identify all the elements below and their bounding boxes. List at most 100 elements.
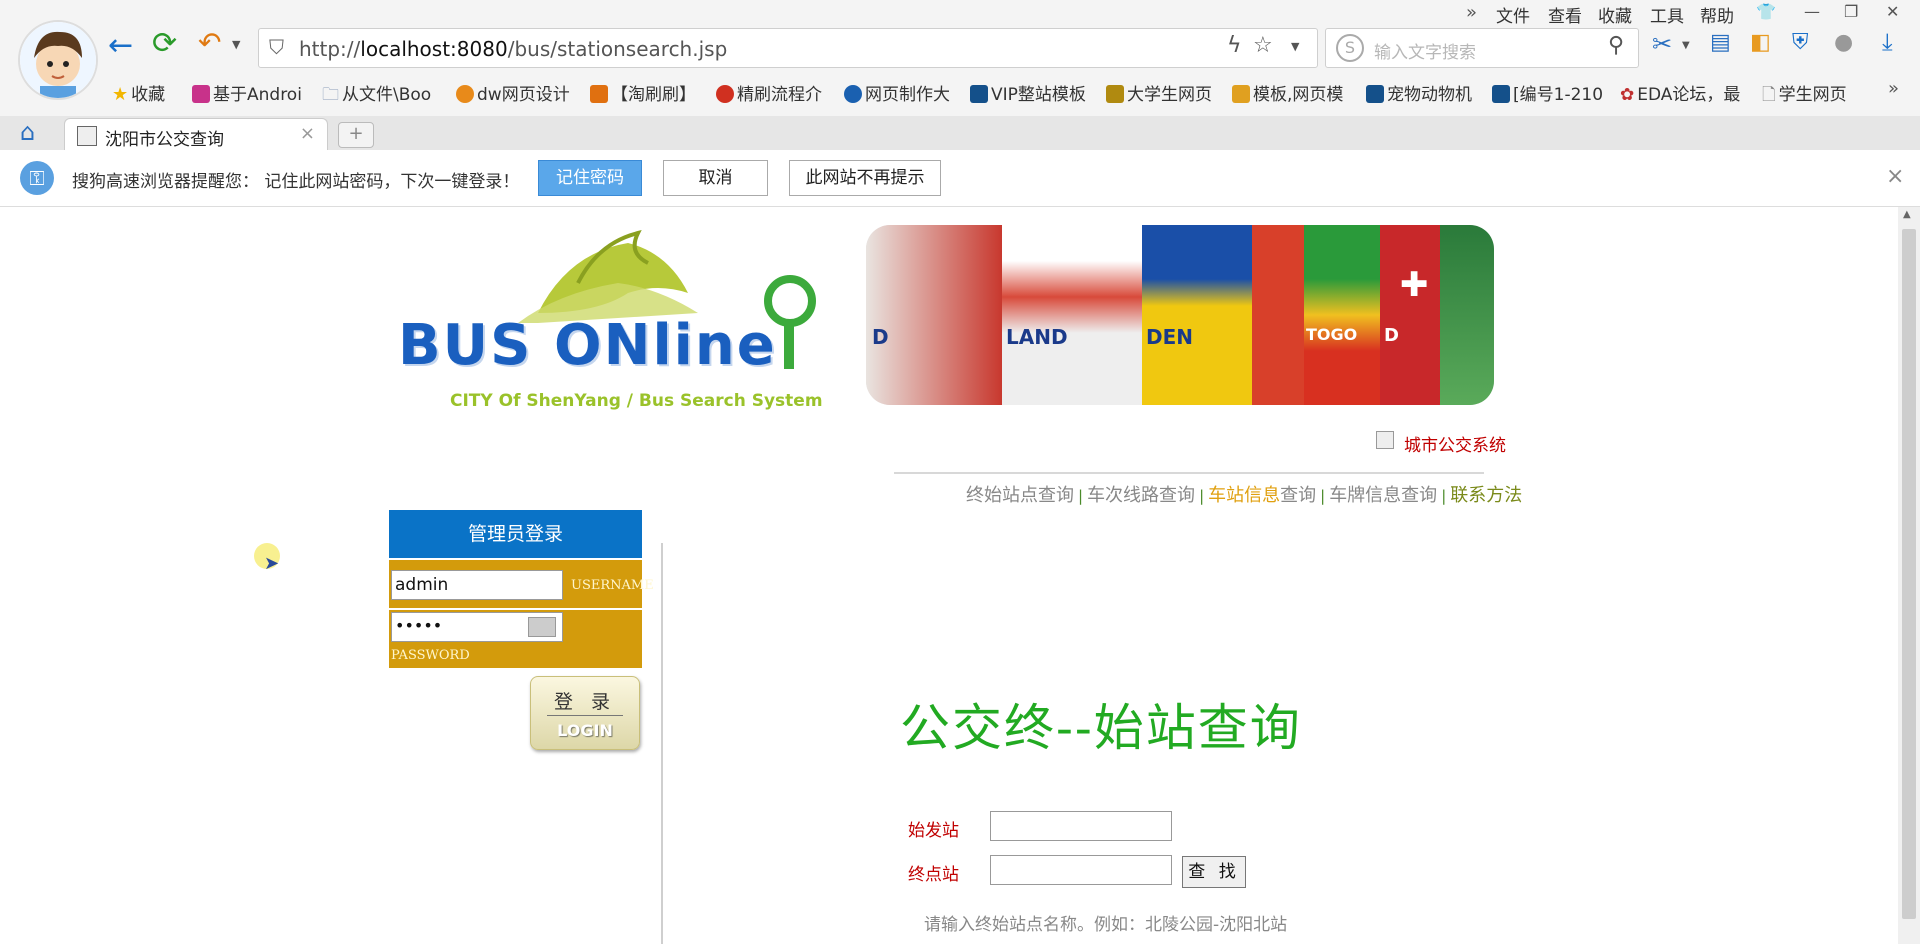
doc-icon bbox=[1376, 431, 1394, 449]
bookmark-student-web[interactable]: 大学生网页 bbox=[1106, 80, 1212, 105]
never-remind-button[interactable]: 此网站不再提示 bbox=[789, 160, 941, 196]
nav-route-search[interactable]: 车次线路查询 bbox=[1087, 485, 1195, 506]
scissors-icon[interactable]: ✂ bbox=[1652, 30, 1672, 58]
bookmark-label: EDA论坛，最 bbox=[1637, 85, 1741, 105]
password-notify-bar: ⚿ 搜狗高速浏览器提醒您： 记住此网站密码，下次一键登录！ 记住密码 取消 此网… bbox=[0, 150, 1920, 207]
keyboard-icon[interactable] bbox=[528, 617, 556, 637]
reader-icon[interactable]: ▤ bbox=[1710, 30, 1731, 55]
bookmark-favorites[interactable]: ★ 收藏 bbox=[112, 80, 165, 105]
nav-separator: | bbox=[1441, 487, 1447, 505]
bookmark-taoshua[interactable]: 【淘刷刷】 bbox=[590, 80, 696, 105]
logo-text: BUS ONline bbox=[398, 313, 777, 378]
bookmarks-overflow-icon[interactable]: » bbox=[1888, 78, 1899, 99]
search-icon[interactable]: ⚲ bbox=[1608, 33, 1624, 58]
close-notify-icon[interactable]: × bbox=[1886, 164, 1904, 189]
back-icon[interactable]: ← bbox=[108, 28, 133, 63]
bookmark-student[interactable]: 🗋 学生网页 bbox=[1762, 80, 1847, 111]
skin-icon[interactable]: 👕 bbox=[1756, 2, 1776, 21]
password-label: PASSWORD bbox=[391, 648, 470, 663]
username-input[interactable]: admin bbox=[391, 570, 563, 600]
undo-icon[interactable]: ↶ bbox=[198, 26, 221, 59]
search-box[interactable]: S 输入文字搜索 ⚲ bbox=[1325, 28, 1639, 68]
cancel-button[interactable]: 取消 bbox=[663, 160, 768, 196]
bookmark-label: 从文件\Boo bbox=[342, 85, 432, 105]
nav-plate-search[interactable]: 车牌信息查询 bbox=[1329, 485, 1437, 506]
url-text[interactable]: http://localhost:8080/bus/stationsearch.… bbox=[299, 37, 727, 61]
nav-separator: | bbox=[1078, 487, 1084, 505]
close-window-icon[interactable]: ✕ bbox=[1886, 2, 1899, 21]
banner-panel-red: D bbox=[866, 225, 1002, 405]
scissors-dropdown-icon[interactable]: ▼ bbox=[1682, 40, 1690, 51]
scroll-up-icon[interactable]: ▲ bbox=[1903, 209, 1911, 220]
extension-icon[interactable]: ◧ bbox=[1750, 30, 1771, 55]
download-icon[interactable]: ⤓ bbox=[1882, 28, 1893, 56]
bookmark-numbered[interactable]: [编号1-210 bbox=[1492, 80, 1603, 105]
url-path: /bus/stationsearch.jsp bbox=[507, 37, 728, 61]
url-host: localhost:8080 bbox=[360, 37, 508, 61]
bookmark-label: VIP整站模板 bbox=[991, 85, 1086, 105]
bookmark-dw[interactable]: dw网页设计 bbox=[456, 80, 570, 105]
start-station-input[interactable] bbox=[990, 811, 1172, 841]
bookmark-eda[interactable]: ✿ EDA论坛，最 bbox=[1620, 80, 1740, 105]
bookmark-templates[interactable]: 模板,网页模 bbox=[1232, 80, 1343, 105]
refresh-icon[interactable]: ⟳ bbox=[152, 26, 177, 61]
bookmark-site-icon bbox=[844, 85, 862, 103]
bookmark-site-icon bbox=[456, 85, 474, 103]
address-bar[interactable]: ⛉ http://localhost:8080/bus/stationsearc… bbox=[258, 28, 1318, 68]
menu-chevron-icon[interactable]: » bbox=[1466, 2, 1477, 23]
new-tab-button[interactable]: + bbox=[338, 122, 374, 148]
nav-separator: | bbox=[1199, 487, 1205, 505]
bookmark-label: 模板,网页模 bbox=[1253, 85, 1344, 105]
nav-station-info[interactable]: 车站信息查询 bbox=[1208, 485, 1316, 506]
search-hint: 请输入终始站点名称。例如：北陵公园-沈阳北站 bbox=[924, 915, 1288, 935]
menu-tools[interactable]: 工具 bbox=[1650, 2, 1684, 27]
security-icon[interactable]: ⛨ bbox=[1792, 30, 1809, 55]
menu-help[interactable]: 帮助 bbox=[1700, 2, 1734, 27]
bookmark-pets[interactable]: 宠物动物机 bbox=[1366, 80, 1472, 105]
bookmark-jingshua[interactable]: 精刷流程介 bbox=[716, 80, 822, 105]
menu-file[interactable]: 文件 bbox=[1496, 2, 1530, 27]
bookmark-site-icon: ✿ bbox=[1620, 85, 1635, 105]
banner-label: DEN bbox=[1146, 325, 1194, 349]
bookmark-label: dw网页设计 bbox=[477, 85, 570, 105]
password-input[interactable]: ••••• bbox=[391, 612, 563, 642]
scroll-thumb[interactable] bbox=[1902, 229, 1916, 919]
tab-close-icon[interactable]: × bbox=[300, 123, 315, 144]
undo-dropdown-icon[interactable]: ▼ bbox=[232, 38, 240, 51]
lightning-icon[interactable]: ϟ bbox=[1227, 33, 1242, 58]
minimize-icon[interactable]: — bbox=[1804, 2, 1820, 21]
bookmark-label: 精刷流程介 bbox=[737, 85, 822, 105]
end-station-input[interactable] bbox=[990, 855, 1172, 885]
star-icon[interactable]: ☆ bbox=[1253, 33, 1273, 58]
bookmark-android[interactable]: 基于Androi bbox=[192, 80, 302, 105]
bookmark-site-icon bbox=[970, 85, 988, 103]
page-icon: 🗋 bbox=[1762, 85, 1776, 105]
bookmark-site-icon bbox=[1232, 85, 1250, 103]
bookmark-label: 宠物动物机 bbox=[1387, 85, 1472, 105]
login-button[interactable]: 登 录 LOGIN bbox=[530, 676, 640, 750]
nav-contact[interactable]: 联系方法 bbox=[1450, 485, 1522, 506]
bookmark-webmaking[interactable]: 网页制作大 bbox=[844, 80, 950, 105]
page-scrollbar[interactable]: ▲ bbox=[1898, 207, 1920, 944]
bookmark-site-icon bbox=[590, 85, 608, 103]
bus-banner: D LAND DEN TOGO D ✚ bbox=[866, 225, 1494, 405]
menu-view[interactable]: 查看 bbox=[1548, 2, 1582, 27]
bookmark-vip[interactable]: VIP整站模板 bbox=[970, 80, 1086, 105]
banner-panel-yellow: DEN bbox=[1142, 225, 1252, 405]
home-icon[interactable]: ⌂ bbox=[20, 118, 35, 146]
remember-password-button[interactable]: 记住密码 bbox=[538, 160, 642, 196]
banner-label: D bbox=[872, 325, 889, 349]
city-bus-system-link[interactable]: 城市公交系统 bbox=[1404, 431, 1506, 456]
find-button[interactable]: 查 找 bbox=[1182, 856, 1246, 888]
content-divider bbox=[661, 543, 663, 944]
bookmark-folder[interactable]: 🗀 从文件\Boo bbox=[322, 80, 431, 111]
bookmark-label: [编号1-210 bbox=[1513, 85, 1604, 105]
avatar[interactable] bbox=[18, 20, 98, 100]
nav-terminal-search[interactable]: 终始站点查询 bbox=[966, 485, 1074, 506]
admin-login-title: 管理员登录 bbox=[389, 510, 642, 558]
menu-favorites[interactable]: 收藏 bbox=[1598, 2, 1632, 27]
tab-bus-query[interactable]: 沈阳市公交查询 × bbox=[64, 118, 328, 151]
restore-icon[interactable]: ❐ bbox=[1844, 2, 1858, 21]
address-dropdown-icon[interactable]: ▼ bbox=[1291, 40, 1299, 53]
more-icon[interactable]: ● bbox=[1834, 30, 1853, 55]
